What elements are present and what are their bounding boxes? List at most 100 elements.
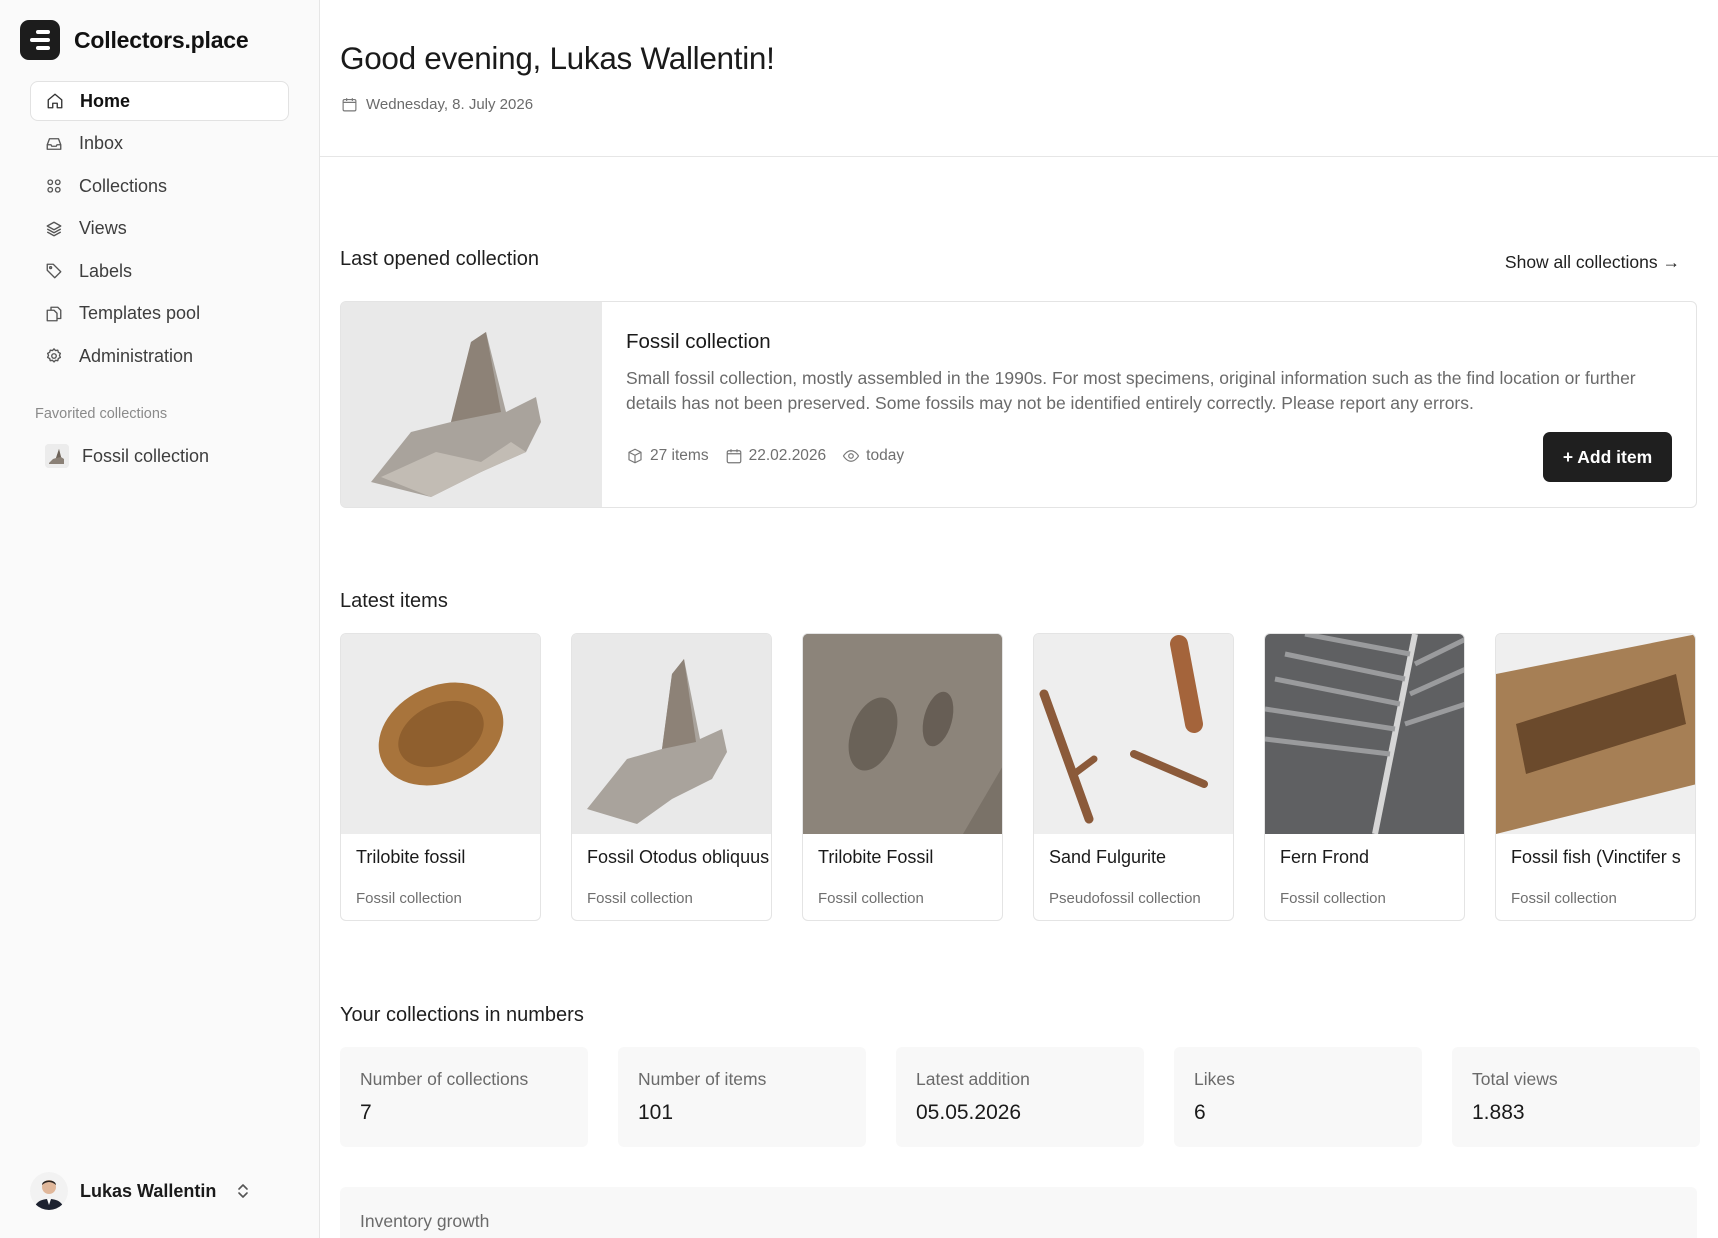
item-name: Trilobite Fossil <box>818 847 934 867</box>
stat-card-likes: Likes 6 <box>1174 1047 1422 1147</box>
item-image <box>572 634 771 834</box>
last-viewed: today <box>842 447 904 465</box>
item-name: Trilobite fossil <box>356 847 466 867</box>
collection-title[interactable]: Fossil collection <box>626 330 1672 354</box>
sidebar-nav: Home Inbox Collections Views Labels Temp… <box>30 81 289 379</box>
stat-card-latest-addition: Latest addition 05.05.2026 <box>896 1047 1144 1147</box>
item-collection: Pseudofossil collection <box>1049 890 1201 907</box>
calendar-icon <box>342 98 357 112</box>
item-card[interactable]: Fossil fish (Vinctifer s Fossil collecti… <box>1495 633 1696 921</box>
stat-label: Latest addition <box>916 1069 1030 1089</box>
copy-icon <box>46 306 62 321</box>
stat-label: Number of items <box>638 1069 767 1089</box>
user-menu[interactable]: Lukas Wallentin <box>30 1172 250 1210</box>
sidebar-item-labels[interactable]: Labels <box>30 251 289 291</box>
stat-value: 101 <box>638 1101 674 1124</box>
item-card[interactable]: Trilobite fossil Fossil collection <box>340 633 541 921</box>
stat-card-collections: Number of collections 7 <box>340 1047 588 1147</box>
collection-cover-image <box>341 302 602 507</box>
inbox-icon <box>46 137 62 150</box>
stat-value: 1.883 <box>1472 1101 1525 1124</box>
item-image <box>341 634 540 834</box>
sidebar-item-label: Templates pool <box>79 303 201 323</box>
sidebar-item-label: Labels <box>79 260 133 281</box>
layers-icon <box>46 221 62 236</box>
item-card[interactable]: Fern Frond Fossil collection <box>1264 633 1465 921</box>
home-icon <box>47 93 63 109</box>
app-name: Collectors.place <box>74 26 249 53</box>
sidebar-item-templates-pool[interactable]: Templates pool <box>30 294 289 334</box>
stat-value: 05.05.2026 <box>916 1101 1022 1124</box>
favorites-heading: Favorited collections <box>35 406 168 422</box>
sidebar-item-label: Collections <box>79 175 168 196</box>
stats-cards: Number of collections 7 Number of items … <box>340 1047 1700 1147</box>
item-collection: Fossil collection <box>1511 890 1617 907</box>
item-collection: Fossil collection <box>587 890 693 907</box>
stats-heading: Your collections in numbers <box>340 1004 584 1026</box>
page-title: Good evening, Lukas Wallentin! <box>340 40 775 76</box>
date-text: Wednesday, 8. July 2026 <box>366 96 534 113</box>
last-opened-body: Fossil collection Small fossil collectio… <box>626 330 1672 416</box>
stat-label: Number of collections <box>360 1069 529 1089</box>
stat-card-total-views: Total views 1.883 <box>1452 1047 1700 1147</box>
sidebar-item-label: Administration <box>79 345 194 366</box>
chevron-up-down-icon[interactable] <box>236 1182 250 1200</box>
last-viewed-text: today <box>866 447 905 464</box>
favorite-item-fossil-collection[interactable]: Fossil collection <box>30 436 289 476</box>
item-name: Fossil Otodus obliquus <box>587 847 770 867</box>
item-name: Sand Fulgurite <box>1049 847 1167 867</box>
collection-description: Small fossil collection, mostly assemble… <box>626 368 1636 413</box>
created-date: 22.02.2026 <box>725 447 827 465</box>
sidebar-item-administration[interactable]: Administration <box>30 336 289 376</box>
brand[interactable]: Collectors.place <box>20 20 249 60</box>
sidebar: Collectors.place Home Inbox Collections … <box>0 0 320 1238</box>
last-opened-collection-card[interactable]: Fossil collection Small fossil collectio… <box>340 301 1697 508</box>
latest-items-heading: Latest items <box>340 590 448 612</box>
created-date-text: 22.02.2026 <box>748 447 827 464</box>
stat-label: Likes <box>1194 1069 1235 1089</box>
latest-items-list: Trilobite fossil Fossil collection Fossi… <box>340 633 1696 921</box>
sidebar-item-label: Home <box>80 90 131 111</box>
last-opened-heading: Last opened collection <box>340 248 540 270</box>
item-name: Fern Frond <box>1280 847 1370 867</box>
stat-label: Total views <box>1472 1069 1558 1089</box>
stat-value: 6 <box>1194 1101 1206 1124</box>
inventory-growth-label: Inventory growth <box>360 1211 490 1231</box>
item-image <box>803 634 1002 834</box>
sidebar-item-home[interactable]: Home <box>30 81 289 121</box>
inventory-growth-panel: Inventory growth <box>340 1187 1697 1238</box>
sidebar-item-views[interactable]: Views <box>30 209 289 249</box>
sidebar-item-label: Inbox <box>79 133 124 153</box>
main-content: Good evening, Lukas Wallentin! Wednesday… <box>320 0 1718 1238</box>
show-all-collections-link[interactable]: Show all collections → <box>1505 252 1680 273</box>
stat-value: 7 <box>360 1101 372 1124</box>
item-card[interactable]: Trilobite Fossil Fossil collection <box>802 633 1003 921</box>
tag-icon <box>46 263 62 279</box>
sidebar-item-inbox[interactable]: Inbox <box>30 124 289 164</box>
grid-icon <box>47 179 61 193</box>
item-name: Fossil fish (Vinctifer s <box>1511 847 1681 867</box>
collection-thumbnail <box>45 444 69 468</box>
gear-icon <box>46 348 62 363</box>
item-card[interactable]: Fossil Otodus obliquus Fossil collection <box>571 633 772 921</box>
collection-meta: 27 items 22.02.2026 today <box>626 447 904 465</box>
item-collection: Fossil collection <box>356 890 462 907</box>
favorite-item-label: Fossil collection <box>82 445 210 466</box>
item-image <box>1496 634 1695 834</box>
sidebar-item-label: Views <box>79 218 127 238</box>
current-date: Wednesday, 8. July 2026 <box>341 96 533 113</box>
items-count: 27 items <box>626 447 709 465</box>
avatar <box>30 1172 68 1210</box>
calendar-icon <box>726 449 741 464</box>
item-image <box>1034 634 1233 834</box>
eye-icon <box>842 450 860 462</box>
sidebar-item-collections[interactable]: Collections <box>30 166 289 206</box>
box-icon <box>628 448 642 464</box>
item-collection: Fossil collection <box>1280 890 1386 907</box>
user-name: Lukas Wallentin <box>80 1180 217 1201</box>
item-card[interactable]: Sand Fulgurite Pseudofossil collection <box>1033 633 1234 921</box>
add-item-button[interactable]: + Add item <box>1543 432 1672 482</box>
app-logo-icon <box>20 20 60 60</box>
stat-card-items: Number of items 101 <box>618 1047 866 1147</box>
item-collection: Fossil collection <box>818 890 924 907</box>
